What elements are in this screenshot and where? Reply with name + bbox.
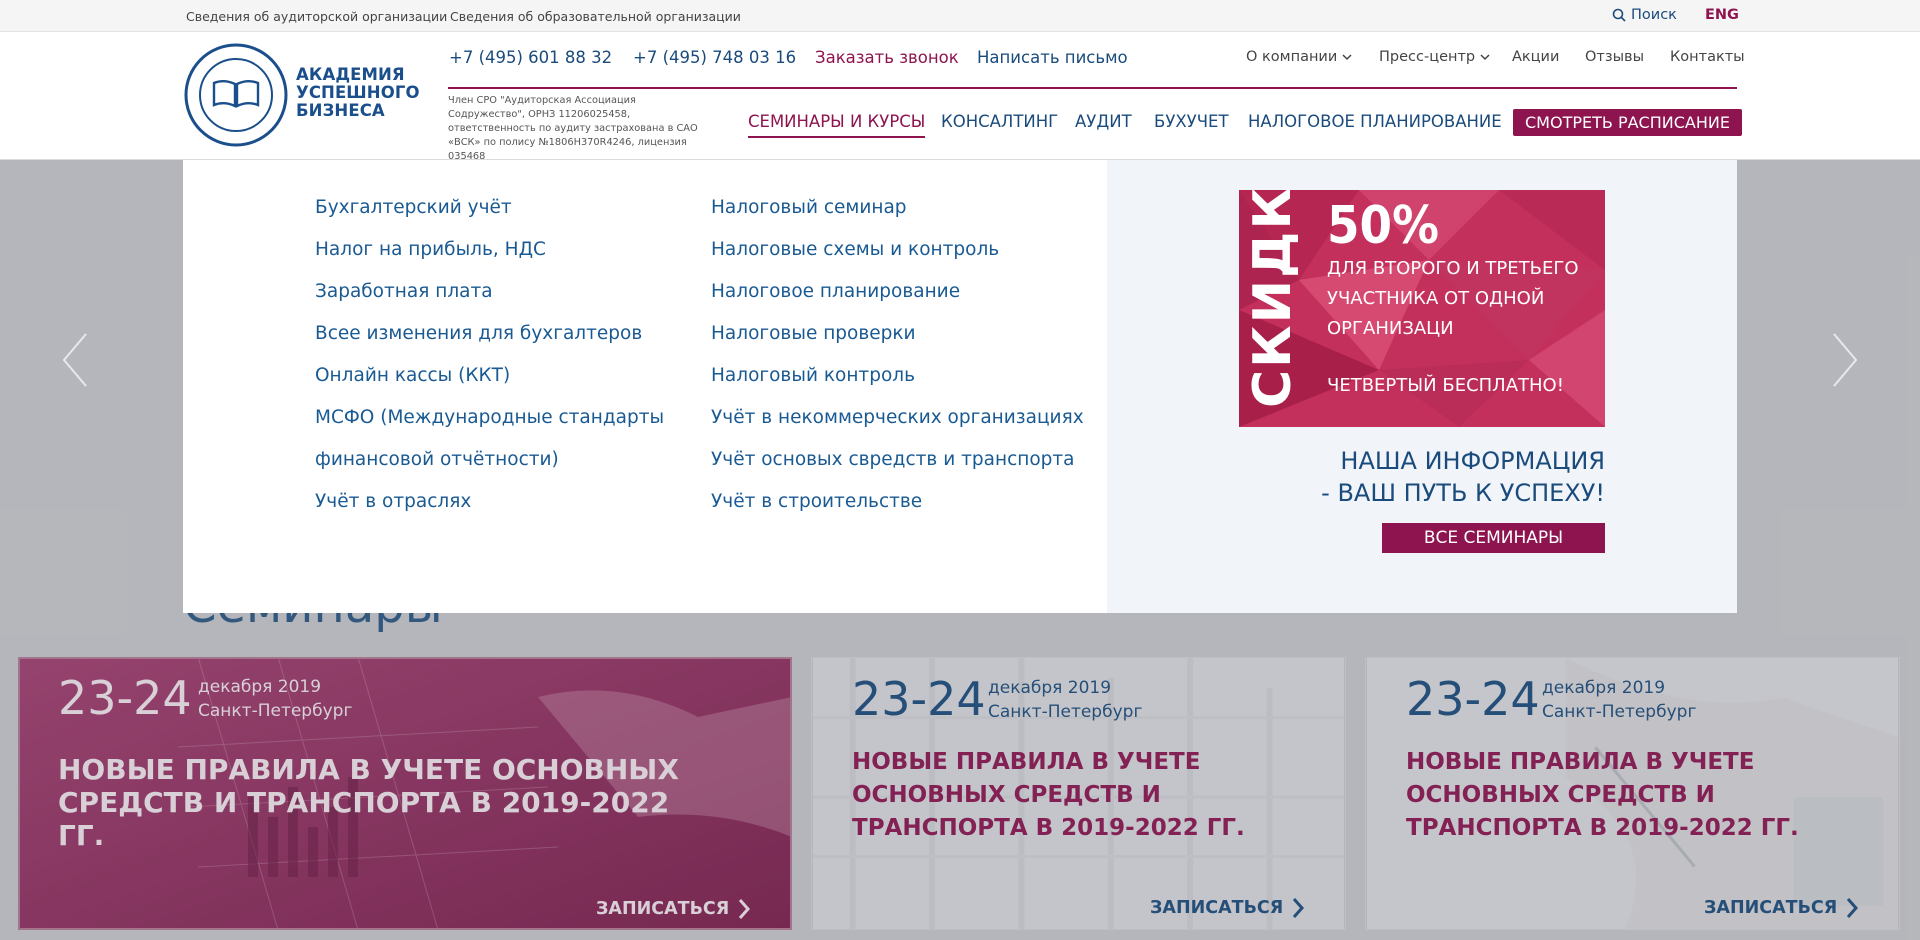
logo-line-1: АКАДЕМИЯ — [296, 65, 405, 84]
menu-item-tax-schemes[interactable]: Налоговые схемы и контроль — [711, 239, 999, 260]
view-schedule-button[interactable]: СМОТРЕТЬ РАСПИСАНИЕ — [1513, 109, 1742, 136]
nav-about[interactable]: О компании — [1246, 49, 1352, 65]
search-icon — [1612, 8, 1626, 22]
phone-1[interactable]: +7 (495) 601 88 32 — [449, 48, 612, 67]
menu-item-accounting[interactable]: Бухгалтерский учёт — [315, 197, 512, 218]
slogan-line-2: - ВАШ ПУТЬ К УСПЕХУ! — [1321, 479, 1605, 507]
discount-banner[interactable]: СКИДКА 50% ДЛЯ ВТОРОГО И ТРЕТЬЕГО УЧАСТН… — [1239, 190, 1605, 427]
menu-item-tax-audits[interactable]: Налоговые проверки — [711, 323, 916, 344]
banner-text: ДЛЯ ВТОРОГО И ТРЕТЬЕГО УЧАСТНИКА ОТ ОДНО… — [1327, 258, 1579, 339]
logo-line-3: БИЗНЕСА — [296, 101, 385, 120]
order-callback-link[interactable]: Заказать звонок — [815, 48, 959, 67]
menu-item-nonprofit[interactable]: Учёт в некоммерческих организациях — [711, 407, 1084, 428]
sro-info: Член СРО "Аудиторская Ассоциация Содруже… — [448, 95, 698, 162]
header-divider — [448, 87, 1737, 89]
nav-seminars[interactable]: СЕМИНАРЫ И КУРСЫ — [748, 112, 926, 138]
site-header: АКАДЕМИЯ УСПЕШНОГО БИЗНЕСА +7 (495) 601 … — [0, 32, 1920, 162]
nav-promotions[interactable]: Акции — [1512, 49, 1559, 65]
banner-free-text: ЧЕТВЕРТЫЙ БЕСПЛАТНО! — [1327, 375, 1564, 396]
nav-reviews[interactable]: Отзывы — [1585, 49, 1644, 65]
chevron-right-icon[interactable] — [1830, 330, 1860, 390]
nav-press-label: Пресс-центр — [1379, 49, 1476, 65]
menu-item-tax-control[interactable]: Налоговый контроль — [711, 365, 915, 386]
slogan: НАША ИНФОРМАЦИЯ - ВАШ ПУТЬ К УСПЕХУ! — [1280, 445, 1605, 509]
logo[interactable]: АКАДЕМИЯ УСПЕШНОГО БИЗНЕСА — [184, 43, 420, 149]
nav-press[interactable]: Пресс-центр — [1379, 49, 1490, 65]
phone-2[interactable]: +7 (495) 748 03 16 — [633, 48, 796, 67]
menu-item-ifrs-cont[interactable]: финансовой отчётности) — [315, 449, 559, 470]
nav-consulting[interactable]: КОНСАЛТИНГ — [941, 112, 1058, 131]
write-letter-link[interactable]: Написать письмо — [977, 48, 1128, 67]
menu-item-profit-tax-vat[interactable]: Налог на прибыль, НДС — [315, 239, 546, 260]
search-link[interactable]: Поиск — [1612, 7, 1677, 23]
menu-item-tax-seminar[interactable]: Налоговый семинар — [711, 197, 907, 218]
nav-contacts[interactable]: Контакты — [1670, 49, 1745, 65]
nav-tax-planning[interactable]: НАЛОГОВОЕ ПЛАНИРОВАНИЕ — [1248, 112, 1502, 131]
nav-about-label: О компании — [1246, 49, 1338, 65]
nav-audit[interactable]: АУДИТ — [1075, 112, 1132, 131]
menu-item-salary[interactable]: Заработная плата — [315, 281, 493, 302]
menu-item-all-changes[interactable]: Всее изменения для бухгалтеров — [315, 323, 642, 344]
language-switch[interactable]: ENG — [1705, 7, 1739, 23]
logo-text: АКАДЕМИЯ УСПЕШНОГО БИЗНЕСА — [296, 66, 426, 120]
chevron-down-icon — [1342, 53, 1352, 60]
audit-org-info-link[interactable]: Сведения об аудиторской организации — [186, 9, 447, 24]
banner-percent: 50% — [1327, 196, 1439, 256]
top-bar: Сведения об аудиторской организации Свед… — [0, 0, 1920, 32]
menu-item-ifrs[interactable]: МСФО (Международные стандарты — [315, 407, 664, 428]
edu-org-info-link[interactable]: Сведения об образовательной организации — [450, 9, 741, 24]
nav-accounting[interactable]: БУХУЧЕТ — [1154, 112, 1229, 131]
search-label: Поиск — [1631, 7, 1677, 23]
banner-vertical-text: СКИДКА — [1243, 190, 1303, 408]
slogan-line-1: НАША ИНФОРМАЦИЯ — [1340, 447, 1605, 475]
all-seminars-button[interactable]: ВСЕ СЕМИНАРЫ — [1382, 523, 1605, 553]
menu-item-online-cash[interactable]: Онлайн кассы (ККТ) — [315, 365, 510, 386]
menu-item-industries[interactable]: Учёт в отраслях — [315, 491, 471, 512]
logo-line-2: УСПЕШНОГО — [296, 83, 420, 102]
logo-emblem — [184, 43, 288, 147]
chevron-down-icon — [1480, 53, 1490, 60]
chevron-left-icon[interactable] — [60, 330, 90, 390]
menu-item-tax-planning[interactable]: Налоговое планирование — [711, 281, 960, 302]
menu-item-fixed-assets[interactable]: Учёт основых свредств и транспорта — [711, 449, 1075, 470]
menu-item-construction[interactable]: Учёт в строительстве — [711, 491, 922, 512]
